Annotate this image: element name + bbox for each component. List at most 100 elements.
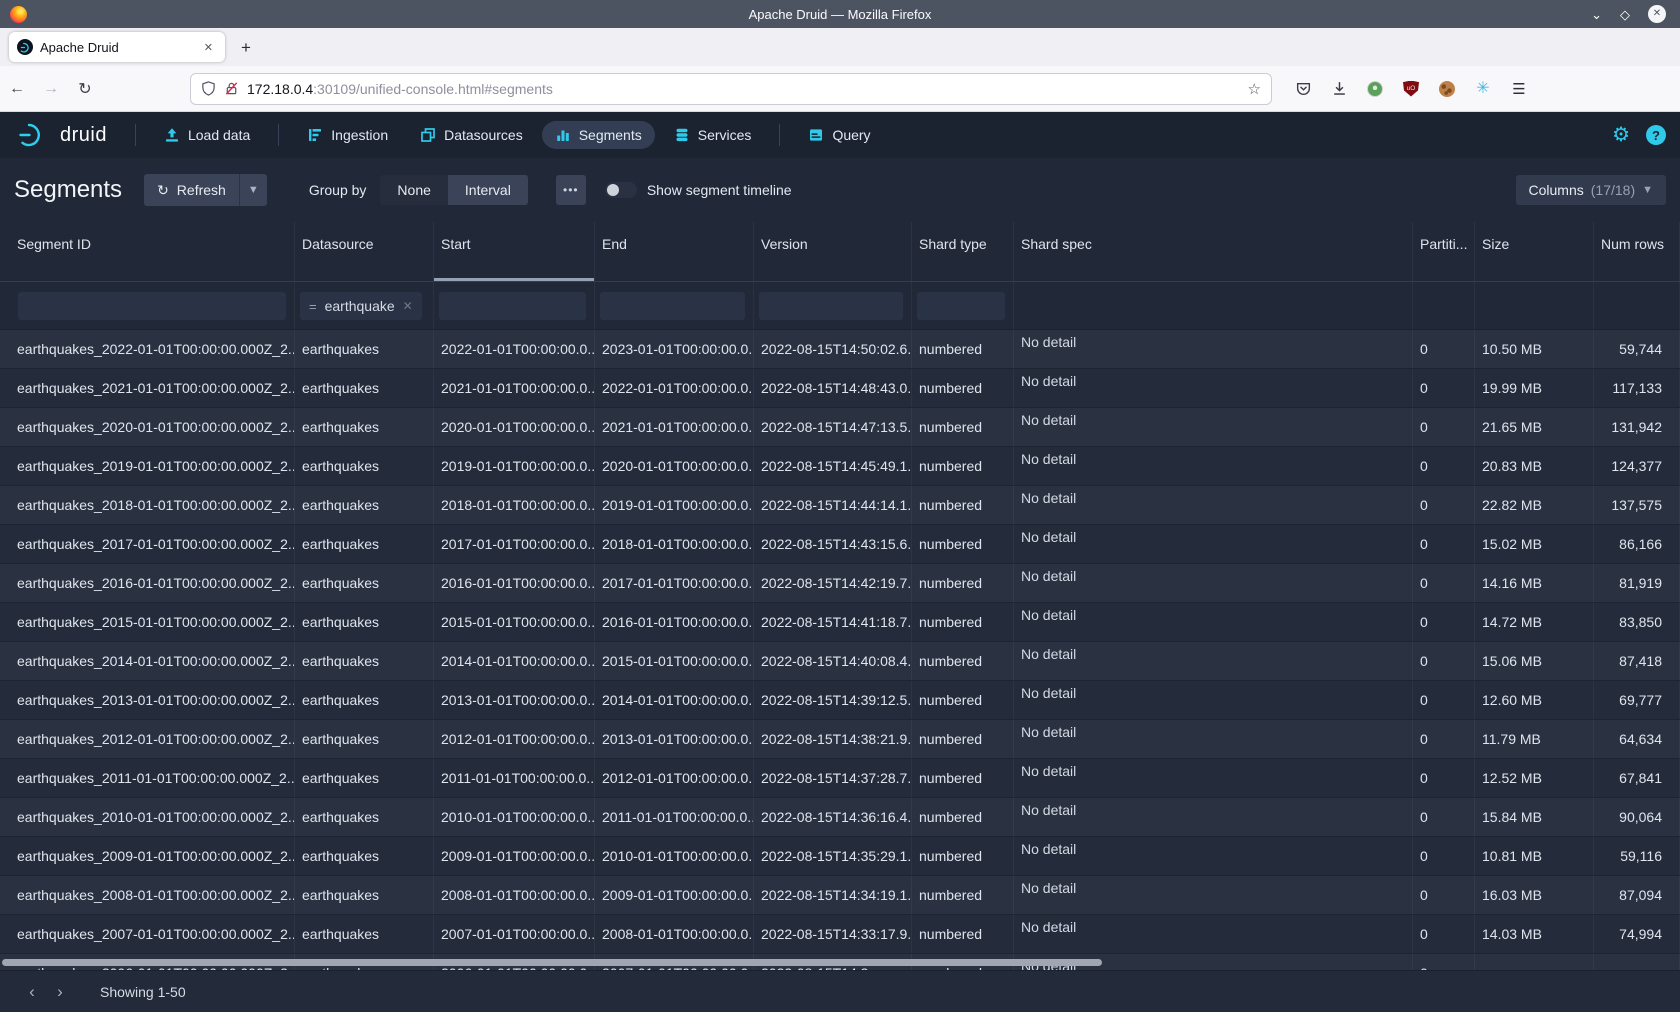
filter-input-end[interactable]	[600, 292, 745, 320]
cell-size[interactable]: 22.82 MB	[1475, 486, 1594, 524]
column-header-end[interactable]: End	[595, 222, 754, 281]
column-header-datasource[interactable]: Datasource	[295, 222, 434, 281]
cell-partition[interactable]: 0	[1413, 564, 1475, 602]
cell-datasource[interactable]: earthquakes	[295, 525, 434, 563]
filter-input-start[interactable]	[439, 292, 586, 320]
cell-version[interactable]: 2022-08-15T14:37:28.7...	[754, 759, 912, 797]
cell-size[interactable]: 15.06 MB	[1475, 642, 1594, 680]
cell-datasource[interactable]: earthquakes	[295, 798, 434, 836]
help-icon[interactable]: ?	[1646, 125, 1666, 145]
cell-start[interactable]: 2008-01-01T00:00:00.0...	[434, 876, 595, 914]
cell-version[interactable]: 2022-08-15T14:44:14.1...	[754, 486, 912, 524]
cell-size[interactable]: 12.60 MB	[1475, 681, 1594, 719]
cell-id[interactable]: earthquakes_2014-01-01T00:00:00.000Z_2..…	[0, 642, 295, 680]
druid-logo[interactable]: druid	[18, 122, 107, 148]
cell-id[interactable]: earthquakes_2017-01-01T00:00:00.000Z_2..…	[0, 525, 295, 563]
table-row[interactable]: earthquakes_2018-01-01T00:00:00.000Z_2..…	[0, 486, 1680, 525]
segment-timeline-toggle[interactable]	[605, 182, 637, 198]
bookmark-star-icon[interactable]: ☆	[1248, 80, 1261, 98]
cell-shard_type[interactable]: numbered	[912, 447, 1014, 485]
table-row[interactable]: earthquakes_2019-01-01T00:00:00.000Z_2..…	[0, 447, 1680, 486]
cell-num_rows[interactable]: 83,850	[1594, 603, 1680, 641]
cell-num_rows[interactable]: 81,919	[1594, 564, 1680, 602]
cell-shard_spec[interactable]: No detail	[1014, 408, 1413, 446]
cell-datasource[interactable]: earthquakes	[295, 876, 434, 914]
cell-start[interactable]: 2015-01-01T00:00:00.0...	[434, 603, 595, 641]
cell-id[interactable]: earthquakes_2008-01-01T00:00:00.000Z_2..…	[0, 876, 295, 914]
cell-shard_spec[interactable]: No detail	[1014, 603, 1413, 641]
cell-version[interactable]: 2022-08-15T14:43:15.6...	[754, 525, 912, 563]
nav-item-services[interactable]: Services	[661, 121, 765, 149]
cell-start[interactable]: 2020-01-01T00:00:00.0...	[434, 408, 595, 446]
nav-item-datasources[interactable]: Datasources	[407, 121, 536, 149]
cell-version[interactable]: 2022-08-15T14:41:18.7...	[754, 603, 912, 641]
cell-id[interactable]: earthquakes_2009-01-01T00:00:00.000Z_2..…	[0, 837, 295, 875]
cell-datasource[interactable]: earthquakes	[295, 720, 434, 758]
cell-version[interactable]: 2022-08-15T14:39:12.5...	[754, 681, 912, 719]
cell-end[interactable]: 2023-01-01T00:00:00.0...	[595, 330, 754, 368]
cell-partition[interactable]: 0	[1413, 720, 1475, 758]
cell-num_rows[interactable]: 90,064	[1594, 798, 1680, 836]
shield-icon[interactable]	[201, 81, 216, 96]
table-row[interactable]: earthquakes_2021-01-01T00:00:00.000Z_2..…	[0, 369, 1680, 408]
horizontal-scrollbar[interactable]	[2, 959, 1102, 966]
cell-shard_spec[interactable]: No detail	[1014, 837, 1413, 875]
cell-id[interactable]: earthquakes_2011-01-01T00:00:00.000Z_2..…	[0, 759, 295, 797]
cell-partition[interactable]: 0	[1413, 330, 1475, 368]
cell-shard_spec[interactable]: No detail	[1014, 525, 1413, 563]
cell-end[interactable]: 2021-01-01T00:00:00.0...	[595, 408, 754, 446]
cell-end[interactable]: 2019-01-01T00:00:00.0...	[595, 486, 754, 524]
cell-datasource[interactable]: earthquakes	[295, 915, 434, 953]
cell-size[interactable]: 10.81 MB	[1475, 837, 1594, 875]
filter-input-id[interactable]	[18, 292, 286, 320]
table-row[interactable]: earthquakes_2013-01-01T00:00:00.000Z_2..…	[0, 681, 1680, 720]
browser-tab[interactable]: Apache Druid ✕	[9, 32, 225, 62]
cell-version[interactable]: 2022-08-15T14:38:21.9...	[754, 720, 912, 758]
cell-version[interactable]: 2022-08-15T14:34:19.1...	[754, 876, 912, 914]
table-row[interactable]: earthquakes_2015-01-01T00:00:00.000Z_2..…	[0, 603, 1680, 642]
cell-size[interactable]: 14.72 MB	[1475, 603, 1594, 641]
menu-icon[interactable]: ☰	[1510, 80, 1528, 98]
cell-datasource[interactable]: earthquakes	[295, 681, 434, 719]
cell-end[interactable]: 2014-01-01T00:00:00.0...	[595, 681, 754, 719]
cell-size[interactable]: 21.65 MB	[1475, 408, 1594, 446]
cell-datasource[interactable]: earthquakes	[295, 759, 434, 797]
cookie-extension-icon[interactable]	[1438, 80, 1456, 98]
cell-start[interactable]: 2009-01-01T00:00:00.0...	[434, 837, 595, 875]
cell-shard_type[interactable]: numbered	[912, 564, 1014, 602]
cell-size[interactable]	[1475, 954, 1594, 970]
cell-partition[interactable]: 0	[1413, 837, 1475, 875]
cell-size[interactable]: 12.52 MB	[1475, 759, 1594, 797]
cell-size[interactable]: 15.84 MB	[1475, 798, 1594, 836]
cell-size[interactable]: 14.16 MB	[1475, 564, 1594, 602]
table-row[interactable]: earthquakes_2010-01-01T00:00:00.000Z_2..…	[0, 798, 1680, 837]
column-header-size[interactable]: Size	[1475, 222, 1594, 281]
cell-start[interactable]: 2019-01-01T00:00:00.0...	[434, 447, 595, 485]
next-page-button[interactable]: ›	[46, 977, 74, 1007]
cell-num_rows[interactable]: 87,094	[1594, 876, 1680, 914]
cell-shard_spec[interactable]: No detail	[1014, 330, 1413, 368]
cell-start[interactable]: 2007-01-01T00:00:00.0...	[434, 915, 595, 953]
cell-shard_type[interactable]: numbered	[912, 681, 1014, 719]
ublock-icon[interactable]: uO	[1402, 80, 1420, 98]
cell-num_rows[interactable]: 124,377	[1594, 447, 1680, 485]
cell-end[interactable]: 2013-01-01T00:00:00.0...	[595, 720, 754, 758]
cell-id[interactable]: earthquakes_2022-01-01T00:00:00.000Z_2..…	[0, 330, 295, 368]
cell-size[interactable]: 19.99 MB	[1475, 369, 1594, 407]
cell-version[interactable]: 2022-08-15T14:40:08.4...	[754, 642, 912, 680]
cell-datasource[interactable]: earthquakes	[295, 642, 434, 680]
column-header-partition[interactable]: Partiti...	[1413, 222, 1475, 281]
cell-version[interactable]: 2022-08-15T14:47:13.5...	[754, 408, 912, 446]
cell-num_rows[interactable]: 69,777	[1594, 681, 1680, 719]
cell-shard_spec[interactable]: No detail	[1014, 564, 1413, 602]
cell-num_rows[interactable]: 131,942	[1594, 408, 1680, 446]
cell-partition[interactable]: 0	[1413, 876, 1475, 914]
cell-num_rows[interactable]	[1594, 954, 1680, 970]
nav-item-ingestion[interactable]: Ingestion	[294, 121, 401, 149]
nav-item-load-data[interactable]: Load data	[151, 121, 263, 149]
column-header-id[interactable]: Segment ID	[0, 222, 295, 281]
cell-size[interactable]: 16.03 MB	[1475, 876, 1594, 914]
cell-shard_spec[interactable]: No detail	[1014, 759, 1413, 797]
cell-end[interactable]: 2012-01-01T00:00:00.0...	[595, 759, 754, 797]
cell-shard_spec[interactable]: No detail	[1014, 798, 1413, 836]
